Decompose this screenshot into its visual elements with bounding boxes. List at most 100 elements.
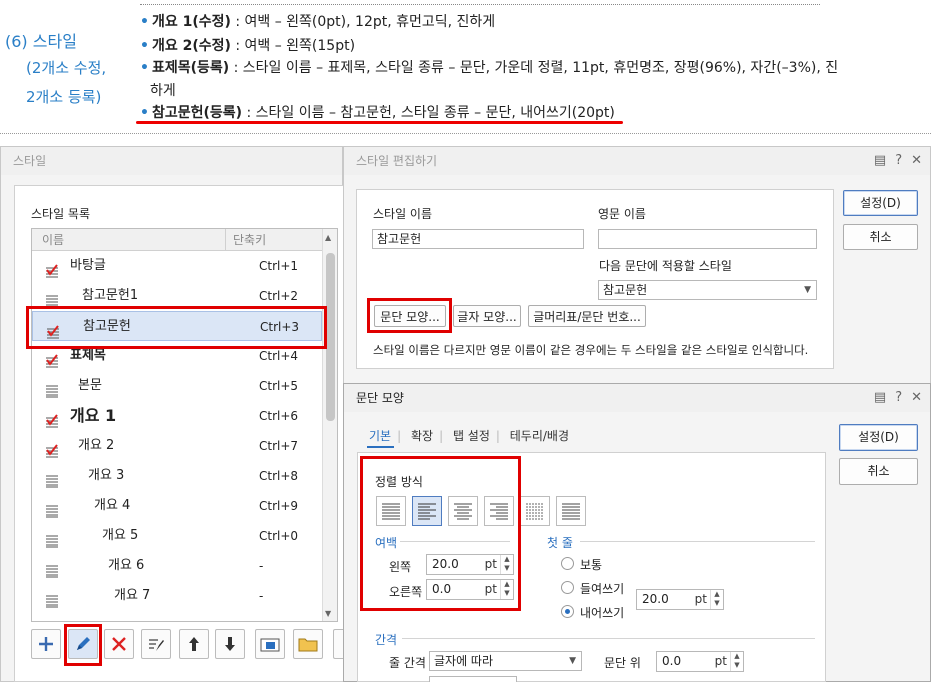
paragraph-lines-icon	[45, 529, 59, 548]
tab-tab-settings[interactable]: 탭 설정	[453, 429, 490, 443]
style-shortcut: Ctrl+8	[259, 469, 299, 483]
style-list-item[interactable]: 참고문헌1 Ctrl+2	[32, 281, 322, 311]
left-margin-label: 왼쪽	[389, 560, 412, 574]
style-list-item[interactable]: 개요 3 Ctrl+8	[32, 461, 322, 491]
radio-hanging[interactable]	[561, 605, 574, 618]
tab-extended[interactable]: 확장	[411, 429, 433, 443]
style-edit-title-buttons: ▤? ✕	[865, 147, 922, 175]
section-subtitle-2: 2개소 등록)	[26, 88, 102, 106]
left-margin-spinner[interactable]: 20.0 pt ▲ ▼	[426, 554, 514, 575]
help-icon[interactable]: ?	[895, 153, 902, 168]
paragraph-ok-button[interactable]: 설정(D)	[839, 424, 918, 451]
add-style-button[interactable]	[31, 629, 61, 659]
pencil-icon	[77, 637, 90, 650]
edit-cancel-button[interactable]: 취소	[843, 224, 918, 250]
spinner-arrows-icon[interactable]: ▲ ▼	[730, 652, 743, 671]
english-name-note: 스타일 이름은 다르지만 영문 이름이 같은 경우에는 두 스타일을 같은 스타…	[373, 343, 809, 357]
align-left-button[interactable]	[412, 496, 442, 526]
close-icon[interactable]: ✕	[911, 390, 922, 405]
style-name-input[interactable]: 참고문헌	[372, 229, 584, 249]
bullet-numbering-button[interactable]: 글머리표/문단 번호...	[528, 305, 646, 327]
align-center-button[interactable]	[448, 496, 478, 526]
scroll-down-icon[interactable]: ▼	[325, 609, 331, 618]
doc-line-3: • 표제목(등록) : 스타일 이름 – 표제목, 스타일 종류 – 문단, 가운…	[140, 60, 839, 76]
char-shape-button[interactable]: 글자 모양...	[453, 305, 521, 327]
english-name-input[interactable]	[598, 229, 817, 249]
paragraph-cancel-button[interactable]: 취소	[839, 458, 918, 485]
edit-ok-button[interactable]: 설정(D)	[843, 190, 918, 216]
style-list-item[interactable]: 참고문헌 Ctrl+3	[32, 311, 322, 341]
style-name: 개요 3	[88, 468, 125, 483]
style-list[interactable]: 이름 단축키 바탕글 Ctrl+1 참고문헌1 Ctrl+2 참고문헌 Ctrl+3 표제목…	[31, 228, 338, 622]
style-list-item[interactable]: 개요 1 Ctrl+6	[32, 401, 322, 431]
style-list-item[interactable]: 개요 7 -	[32, 581, 322, 611]
scrollbar-thumb[interactable]	[326, 253, 335, 421]
line-spacing-select[interactable]: 글자에 따라 ▼	[429, 651, 582, 671]
style-shortcut: Ctrl+4	[259, 349, 299, 363]
delete-x-icon	[112, 637, 126, 651]
spacing-section-label: 간격	[375, 633, 398, 647]
style-list-scrollbar[interactable]: ▲ ▼	[322, 229, 337, 621]
paragraph-tabs: 기본 | 확장 | 탭 설정 | 테두리/배경	[369, 429, 569, 443]
highlight-underline	[136, 121, 623, 124]
right-margin-spinner[interactable]: 0.0 pt ▲ ▼	[426, 579, 514, 600]
context-help-icon[interactable]: ▤	[874, 390, 886, 405]
spinner-arrows-icon[interactable]: ▲ ▼	[500, 580, 513, 599]
spinner-arrows-icon[interactable]: ▲ ▼	[710, 590, 723, 609]
spinner-arrows-icon[interactable]: ▲ ▼	[500, 555, 513, 574]
align-right-button[interactable]	[484, 496, 514, 526]
delete-style-button[interactable]	[104, 629, 134, 659]
paragraph-check-icon	[45, 409, 59, 428]
style-list-item[interactable]: 본문 Ctrl+5	[32, 371, 322, 401]
radio-indent[interactable]	[561, 581, 574, 594]
radio-indent-label: 들여쓰기	[580, 582, 625, 596]
margin-section-label: 여백	[375, 536, 398, 550]
style-edit-dialog-title: 스타일 편집하기	[344, 147, 930, 175]
move-up-button[interactable]	[179, 629, 209, 659]
line-spacing-value-input[interactable]	[429, 676, 517, 682]
style-shortcut: Ctrl+3	[260, 320, 300, 334]
style-list-item[interactable]: 표제목 Ctrl+4	[32, 341, 322, 371]
style-name: 개요 5	[102, 528, 139, 543]
document-bottom-border	[0, 133, 931, 134]
style-list-item[interactable]: 개요 2 Ctrl+7	[32, 431, 322, 461]
align-justify-button[interactable]	[376, 496, 406, 526]
tab-basic[interactable]: 기본	[369, 429, 391, 443]
paragraph-check-icon	[45, 259, 59, 278]
right-margin-unit: pt	[484, 582, 497, 596]
align-distribute-button[interactable]	[520, 496, 550, 526]
paragraph-shape-button[interactable]: 문단 모양...	[374, 305, 446, 327]
style-name: 참고문헌1	[82, 288, 139, 303]
align-distribute-icon	[526, 503, 544, 520]
col-name-header[interactable]: 이름	[42, 229, 64, 251]
help-icon[interactable]: ?	[895, 390, 902, 405]
style-name: 참고문헌	[83, 319, 131, 334]
hanging-indent-spinner[interactable]: 20.0 pt ▲ ▼	[636, 589, 724, 610]
open-folder-button[interactable]	[293, 629, 323, 659]
style-list-item[interactable]: 바탕글 Ctrl+1	[32, 251, 322, 281]
para-above-unit: pt	[714, 654, 727, 668]
english-name-label: 영문 이름	[598, 207, 646, 221]
style-picker-button[interactable]	[141, 629, 171, 659]
edit-style-button[interactable]	[68, 629, 98, 659]
style-list-item[interactable]: 개요 4 Ctrl+9	[32, 491, 322, 521]
para-above-spinner[interactable]: 0.0 pt ▲ ▼	[656, 651, 744, 672]
style-list-item[interactable]: 개요 6 -	[32, 551, 322, 581]
style-list-item[interactable]: 개요 5 Ctrl+0	[32, 521, 322, 551]
align-split-button[interactable]	[556, 496, 586, 526]
next-style-select[interactable]: 참고문헌 ▼	[598, 280, 817, 300]
scroll-up-icon[interactable]: ▲	[325, 233, 331, 242]
col-key-header[interactable]: 단축키	[233, 229, 266, 251]
close-icon[interactable]: ✕	[911, 153, 922, 168]
paragraph-lines-icon	[45, 559, 59, 578]
context-help-icon[interactable]: ▤	[874, 153, 886, 168]
align-center-icon	[454, 503, 472, 520]
style-name: 개요 2	[78, 438, 115, 453]
section-title: (6) 스타일	[5, 32, 77, 51]
import-style-button[interactable]	[255, 629, 285, 659]
radio-normal[interactable]	[561, 557, 574, 570]
tab-border[interactable]: 테두리/배경	[510, 429, 569, 443]
plus-icon	[39, 637, 53, 651]
move-down-button[interactable]	[215, 629, 245, 659]
style-shortcut: Ctrl+6	[259, 409, 299, 423]
